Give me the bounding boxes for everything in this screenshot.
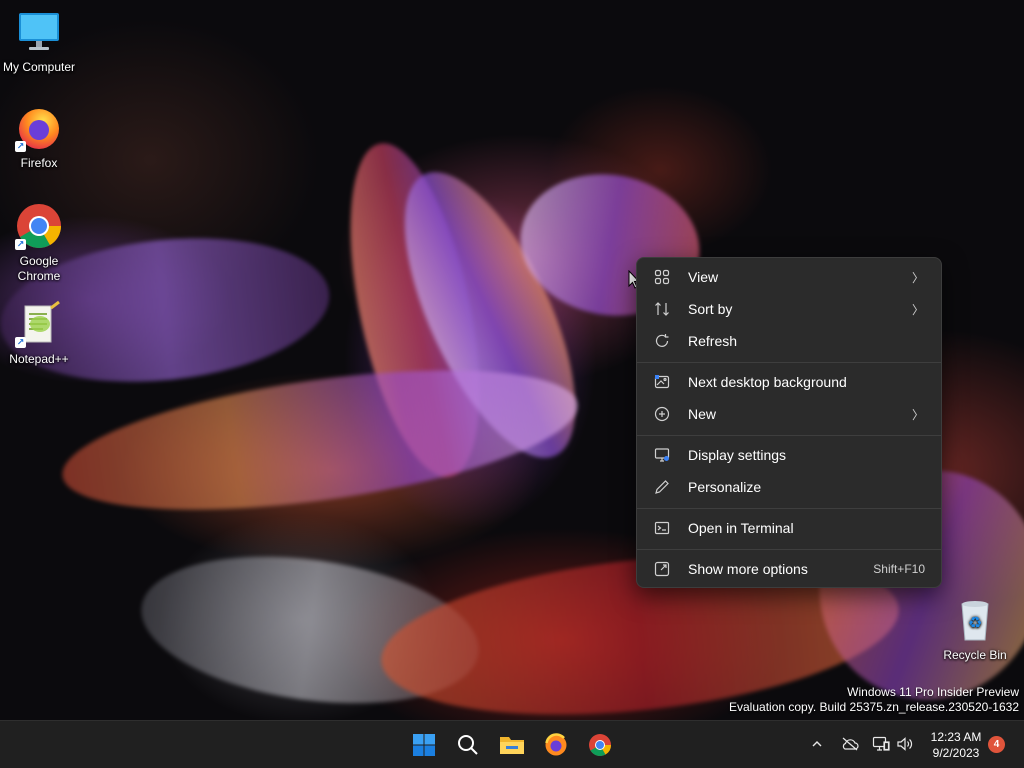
desktop-icon-my-computer[interactable]: My Computer	[0, 8, 78, 75]
menu-item-label: Personalize	[688, 479, 762, 495]
terminal-icon	[651, 520, 673, 536]
desktop-icon-recycle-bin[interactable]: ♻ Recycle Bin	[936, 596, 1014, 663]
menu-item-refresh[interactable]: Refresh	[641, 326, 937, 356]
menu-separator	[637, 435, 941, 436]
menu-item-sort-by[interactable]: Sort by 〉	[641, 294, 937, 324]
file-explorer-button[interactable]	[496, 729, 528, 761]
menu-item-label: New	[688, 406, 717, 422]
firefox-icon: ↗	[15, 104, 63, 152]
image-next-icon	[651, 374, 673, 390]
menu-item-view[interactable]: View 〉	[641, 262, 937, 292]
start-button[interactable]	[408, 729, 440, 761]
chevron-right-icon: 〉	[911, 302, 924, 317]
firefox-icon	[545, 733, 567, 756]
menu-item-display-settings[interactable]: Display settings	[641, 440, 937, 470]
menu-separator	[637, 362, 941, 363]
plus-circle-icon	[651, 406, 673, 422]
clock-date: 9/2/2023	[932, 746, 980, 760]
recycle-bin-icon: ♻	[951, 596, 999, 644]
pen-icon	[651, 479, 673, 495]
shortcut-arrow-icon: ↗	[15, 141, 26, 152]
monitor-icon	[15, 8, 63, 56]
chevron-right-icon: 〉	[911, 407, 924, 422]
network-button[interactable]	[870, 733, 892, 755]
start-icon	[413, 734, 435, 756]
refresh-icon	[651, 333, 673, 349]
volume-button[interactable]	[894, 733, 916, 755]
menu-item-label: Open in Terminal	[688, 520, 794, 536]
desktop[interactable]: My Computer ↗ Firefox ↗ Google Chrome ↗ …	[0, 0, 1024, 720]
show-hidden-icons-button[interactable]	[806, 733, 828, 755]
svg-text:♻: ♻	[968, 613, 982, 632]
menu-item-new[interactable]: New 〉	[641, 399, 937, 429]
expand-icon	[651, 561, 673, 577]
chevron-up-icon	[812, 741, 822, 747]
desktop-icon-label: Notepad++	[9, 352, 69, 366]
menu-separator	[637, 508, 941, 509]
firefox-taskbar-button[interactable]	[540, 729, 572, 761]
menu-item-label: Display settings	[688, 447, 787, 463]
chrome-taskbar-button[interactable]	[584, 729, 616, 761]
watermark-line: Evaluation copy. Build 25375.zn_release.…	[729, 700, 1019, 714]
desktop-icon-firefox[interactable]: ↗ Firefox	[0, 104, 78, 171]
desktop-icon-label: My Computer	[2, 60, 76, 74]
network-icon	[872, 736, 890, 751]
chrome-icon	[589, 734, 611, 756]
clock-time: 12:23 AM	[930, 730, 982, 744]
chevron-right-icon: 〉	[911, 270, 924, 285]
search-icon	[458, 735, 478, 755]
menu-item-label: Show more options	[688, 561, 808, 577]
volume-icon	[897, 737, 913, 751]
menu-item-label: Next desktop background	[688, 374, 847, 390]
desktop-icon-notepadpp[interactable]: ↗ Notepad++	[0, 300, 78, 367]
chrome-icon: ↗	[15, 202, 63, 250]
menu-item-open-in-terminal[interactable]: Open in Terminal	[641, 513, 937, 543]
menu-item-label: Sort by	[688, 301, 733, 317]
notification-badge[interactable]: 4	[988, 736, 1005, 753]
notepadpp-icon: ↗	[15, 300, 63, 348]
cloud-offline-icon	[842, 737, 859, 751]
onedrive-status-button[interactable]	[839, 733, 861, 755]
menu-item-label: View	[688, 269, 719, 285]
menu-item-shortcut: Shift+F10	[873, 562, 925, 576]
menu-item-show-more-options[interactable]: Show more options Shift+F10	[641, 554, 937, 584]
menu-item-label: Refresh	[688, 333, 738, 349]
evaluation-watermark: Windows 11 Pro Insider Preview Evaluatio…	[729, 685, 1019, 715]
grid-icon	[651, 269, 673, 285]
desktop-context-menu: View 〉 Sort by 〉 Refresh Next desktop ba…	[636, 257, 942, 588]
clock[interactable]: 12:23 AM 9/2/2023	[922, 729, 990, 761]
shortcut-arrow-icon: ↗	[15, 239, 26, 250]
desktop-icon-label: Google Chrome	[17, 254, 61, 283]
menu-item-next-desktop-background[interactable]: Next desktop background	[641, 367, 937, 397]
desktop-icon-label: Recycle Bin	[943, 648, 1007, 662]
menu-item-personalize[interactable]: Personalize	[641, 472, 937, 502]
display-settings-icon	[651, 447, 673, 463]
taskbar: 12:23 AM 9/2/2023 4	[0, 720, 1024, 768]
search-button[interactable]	[452, 729, 484, 761]
desktop-icon-chrome[interactable]: ↗ Google Chrome	[0, 202, 78, 284]
shortcut-arrow-icon: ↗	[15, 337, 26, 348]
watermark-line: Windows 11 Pro Insider Preview	[847, 685, 1019, 699]
desktop-icon-label: Firefox	[20, 156, 58, 170]
menu-separator	[637, 549, 941, 550]
file-explorer-icon	[500, 737, 524, 754]
sort-icon	[651, 301, 673, 317]
